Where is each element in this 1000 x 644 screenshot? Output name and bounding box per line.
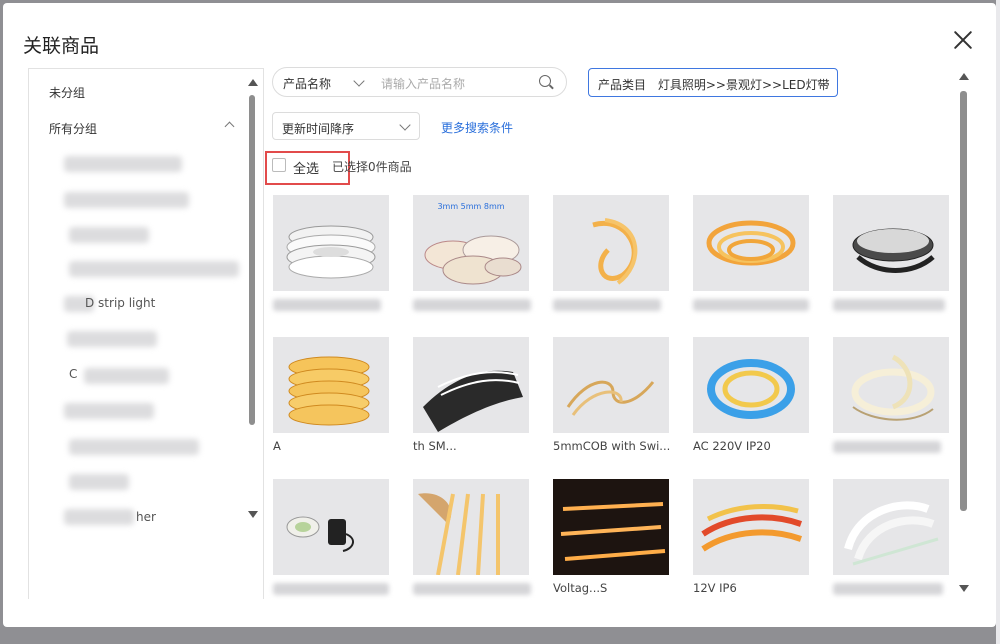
- product-card[interactable]: 12V IP6: [693, 479, 811, 601]
- sidebar-subgroup-label[interactable]: her: [136, 510, 156, 524]
- related-products-dialog: 关联商品 未分组 所有分组 D strip light C her 产品名称 请…: [3, 3, 996, 627]
- product-search-box: 产品名称: [272, 67, 567, 97]
- product-name-obscured: [273, 299, 381, 311]
- product-name-obscured: [833, 299, 945, 311]
- group-sidebar: 未分组 所有分组 D strip light C her: [28, 68, 264, 599]
- product-name-obscured: [273, 583, 389, 595]
- select-all-checkbox[interactable]: [272, 158, 286, 172]
- more-search-conditions-link[interactable]: 更多搜索条件: [441, 119, 513, 136]
- product-image[interactable]: [413, 337, 529, 433]
- product-name: AC 220V IP20: [693, 439, 771, 453]
- product-card[interactable]: [693, 195, 811, 317]
- product-name: th SM...: [413, 439, 457, 453]
- dialog-title: 关联商品: [23, 35, 100, 57]
- category-value: 灯具照明>>景观灯>>LED灯带: [657, 78, 830, 92]
- product-image[interactable]: [553, 479, 669, 575]
- chevron-up-icon[interactable]: [224, 121, 235, 132]
- product-image[interactable]: [833, 337, 949, 433]
- product-name: 12V IP6: [693, 581, 737, 595]
- product-card[interactable]: [833, 195, 951, 317]
- sort-value: 更新时间降序: [282, 122, 355, 136]
- sidebar-subgroup-label[interactable]: C: [69, 367, 77, 381]
- sidebar-item-all-groups[interactable]: 所有分组: [49, 120, 97, 137]
- scroll-down-arrow-icon[interactable]: [959, 585, 969, 592]
- product-name-obscured: [693, 299, 809, 311]
- sidebar-scrollbar[interactable]: [245, 79, 259, 529]
- sidebar-subgroup-item[interactable]: [64, 156, 182, 172]
- product-card[interactable]: A: [273, 337, 391, 459]
- sidebar-scrollbar-thumb[interactable]: [249, 95, 255, 425]
- product-card[interactable]: [553, 195, 671, 317]
- product-name: A: [273, 439, 281, 453]
- sidebar-subgroup-item[interactable]: [69, 227, 149, 243]
- product-name-obscured: [413, 583, 531, 595]
- product-image[interactable]: 3mm 5mm 8mm: [413, 195, 529, 291]
- product-image[interactable]: [693, 479, 809, 575]
- product-card[interactable]: AC 220V IP20: [693, 337, 811, 459]
- product-card[interactable]: [413, 479, 531, 601]
- product-image[interactable]: [553, 337, 669, 433]
- category-label: 产品类目: [598, 78, 647, 92]
- sidebar-subgroup-item[interactable]: [84, 368, 169, 384]
- scroll-down-arrow-icon[interactable]: [248, 511, 258, 518]
- product-name: Voltag...S: [553, 581, 608, 595]
- product-image[interactable]: [693, 195, 809, 291]
- product-image[interactable]: [693, 337, 809, 433]
- product-card[interactable]: [833, 337, 951, 459]
- sidebar-subgroup-item[interactable]: [67, 331, 157, 347]
- sort-select[interactable]: 更新时间降序: [272, 112, 420, 140]
- product-card[interactable]: [273, 195, 391, 317]
- product-card[interactable]: [833, 479, 951, 601]
- product-list-scrollbar-thumb[interactable]: [960, 91, 967, 511]
- product-image[interactable]: [413, 479, 529, 575]
- product-image[interactable]: [553, 195, 669, 291]
- product-name-obscured: [413, 299, 531, 311]
- product-card[interactable]: Voltag...S: [553, 479, 671, 601]
- sidebar-subgroup-item[interactable]: [64, 403, 154, 419]
- search-field-select[interactable]: 产品名称: [283, 75, 331, 92]
- search-icon[interactable]: [539, 75, 551, 87]
- product-card[interactable]: [273, 479, 391, 601]
- search-input[interactable]: [379, 73, 533, 95]
- close-icon[interactable]: [949, 27, 977, 55]
- chevron-down-icon[interactable]: [399, 119, 411, 131]
- product-card[interactable]: 5mmCOB with Swi...: [553, 337, 671, 459]
- product-card[interactable]: 3mm 5mm 8mm: [413, 195, 531, 317]
- product-image[interactable]: [273, 195, 389, 291]
- backdrop: [996, 0, 1000, 644]
- image-caption-text: 3mm 5mm 8mm: [437, 202, 504, 211]
- product-image[interactable]: [833, 479, 949, 575]
- product-name-obscured: [833, 583, 943, 595]
- product-name-obscured: [833, 441, 941, 453]
- product-image[interactable]: [273, 479, 389, 575]
- chevron-down-icon[interactable]: [353, 75, 365, 87]
- sidebar-subgroup-item[interactable]: [64, 509, 134, 525]
- product-card[interactable]: th SM...: [413, 337, 531, 459]
- scroll-up-arrow-icon[interactable]: [248, 79, 258, 86]
- product-name: 5mmCOB with Swi...: [553, 439, 671, 453]
- sidebar-item-ungrouped[interactable]: 未分组: [49, 84, 85, 101]
- sidebar-subgroup-label[interactable]: D strip light: [85, 296, 155, 310]
- product-image[interactable]: [273, 337, 389, 433]
- sidebar-subgroup-item[interactable]: [69, 439, 199, 455]
- sidebar-subgroup-item[interactable]: [69, 261, 239, 277]
- product-name-obscured: [553, 299, 661, 311]
- product-list-scrollbar[interactable]: [956, 73, 972, 593]
- scroll-up-arrow-icon[interactable]: [959, 73, 969, 80]
- product-image[interactable]: [833, 195, 949, 291]
- sidebar-subgroup-item[interactable]: [64, 192, 189, 208]
- sidebar-subgroup-item[interactable]: [69, 474, 129, 490]
- select-all-label[interactable]: 全选: [293, 158, 319, 177]
- category-select[interactable]: 产品类目 灯具照明>>景观灯>>LED灯带: [588, 68, 838, 97]
- selected-count: 已选择0件商品: [332, 160, 412, 174]
